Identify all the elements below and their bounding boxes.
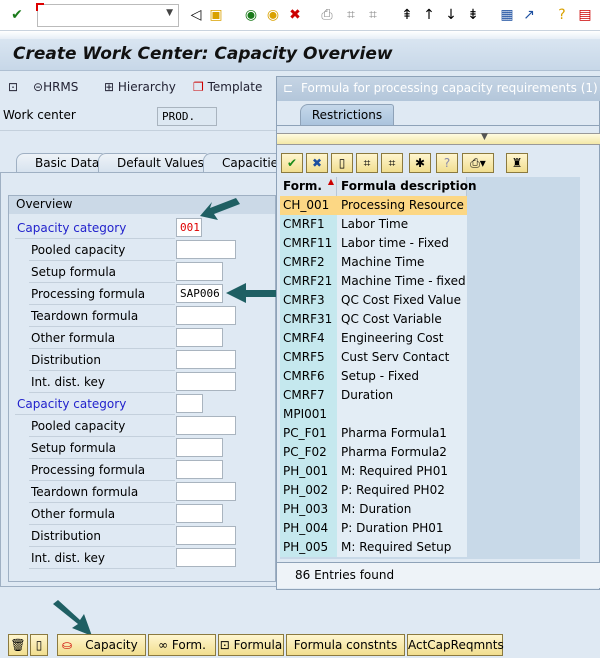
formula-button[interactable]: ⊡ Formula	[218, 634, 284, 656]
list-item[interactable]: CMRF3 QC Cost Fixed Value	[280, 291, 580, 310]
confirm-button[interactable]: ✔	[281, 153, 303, 173]
formula-description: Duration	[337, 386, 467, 405]
act-cap-reqmnts-button[interactable]: ActCapReqmnts	[407, 634, 504, 656]
column-header-form[interactable]: Form. ▲	[280, 177, 337, 196]
list-item[interactable]: PC_F02 Pharma Formula2	[280, 443, 580, 462]
formula-key: CMRF21	[280, 272, 337, 291]
formula-key: MPI001	[280, 405, 337, 424]
formula-key: CMRF11	[280, 234, 337, 253]
formula-key: CMRF6	[280, 367, 337, 386]
formula-key: CMRF1	[280, 215, 337, 234]
formula-description: QC Cost Variable	[337, 310, 467, 329]
glasses-icon: ∞	[158, 638, 172, 652]
new-entries-icon[interactable]: ✱	[409, 153, 431, 173]
list-item[interactable]: PH_002 P: Required PH02	[280, 481, 580, 500]
column-header-description[interactable]: Formula description	[337, 177, 477, 196]
formula-key: CMRF2	[280, 253, 337, 272]
formula-description: Machine Time - fixed	[337, 272, 467, 291]
arrow-to-category	[200, 198, 240, 220]
formula-key: PC_F02	[280, 443, 337, 462]
list-item[interactable]: PH_005 M: Required Setup	[280, 538, 580, 557]
new-button[interactable]: ▯	[30, 634, 48, 656]
list-item[interactable]: CH_001 Processing Resource	[280, 196, 580, 215]
help-icon[interactable]: ?	[436, 153, 458, 173]
formula-key: CMRF7	[280, 386, 337, 405]
formula-description: Machine Time	[337, 253, 467, 272]
list-item[interactable]: CMRF11 Labor time - Fixed	[280, 234, 580, 253]
list-item[interactable]: CMRF7 Duration	[280, 386, 580, 405]
cancel-button[interactable]: ✖	[306, 153, 328, 173]
popup-icon: ⊏	[283, 81, 294, 95]
list-item[interactable]: CMRF4 Engineering Cost	[280, 329, 580, 348]
new-icon[interactable]: ▯	[331, 153, 353, 173]
form-button[interactable]: ∞ Form.	[148, 634, 216, 656]
formula-description: P: Required PH02	[337, 481, 467, 500]
formula-list: Form. ▲ Formula description CH_001 Process…	[280, 177, 580, 559]
personalize-icon[interactable]: ♜	[506, 153, 528, 173]
formula-key: PH_005	[280, 538, 337, 557]
find-icon[interactable]: ⌗	[356, 153, 378, 173]
formula-description: Labor time - Fixed	[337, 234, 467, 253]
formula-key: PH_003	[280, 500, 337, 519]
divider	[277, 125, 600, 126]
list-item[interactable]: PH_003 M: Duration	[280, 500, 580, 519]
list-header: Form. ▲ Formula description	[280, 177, 580, 196]
find-next-icon[interactable]: ⌗	[381, 153, 403, 173]
tab-restrictions[interactable]: Restrictions	[300, 104, 394, 126]
formula-description: Pharma Formula1	[337, 424, 467, 443]
formula-description: Processing Resource	[337, 196, 467, 215]
formula-key: PH_001	[280, 462, 337, 481]
formula-description: P: Duration PH01	[337, 519, 467, 538]
capacity-icon: ⛀	[62, 638, 73, 652]
formula-icon: ⊡	[219, 638, 234, 652]
formula-description: M: Required Setup	[337, 538, 467, 557]
delete-button[interactable]: 🗑	[8, 634, 28, 656]
list-item[interactable]: PH_001 M: Required PH01	[280, 462, 580, 481]
formula-key: PH_004	[280, 519, 337, 538]
formula-key: CMRF31	[280, 310, 337, 329]
formula-key: CMRF5	[280, 348, 337, 367]
expand-icon: ▼	[481, 132, 488, 142]
capacity-button[interactable]: ⛀ Capacity	[57, 634, 146, 656]
formula-key: CMRF4	[280, 329, 337, 348]
list-item[interactable]: MPI001	[280, 405, 580, 424]
formula-key: CMRF3	[280, 291, 337, 310]
formula-description: Labor Time	[337, 215, 467, 234]
print-button[interactable]: ⎙▾	[462, 153, 494, 173]
formula-description: Setup - Fixed	[337, 367, 467, 386]
list-item[interactable]: PC_F01 Pharma Formula1	[280, 424, 580, 443]
list-item[interactable]: CMRF5 Cust Serv Contact	[280, 348, 580, 367]
list-item[interactable]: CMRF6 Setup - Fixed	[280, 367, 580, 386]
list-item[interactable]: CMRF1 Labor Time	[280, 215, 580, 234]
formula-key: PH_002	[280, 481, 337, 500]
formula-description	[337, 405, 467, 424]
formula-description: QC Cost Fixed Value	[337, 291, 467, 310]
popup-title: ⊏ Formula for processing capacity require…	[277, 77, 600, 101]
formula-description: Cust Serv Contact	[337, 348, 467, 367]
list-item[interactable]: PH_004 P: Duration PH01	[280, 519, 580, 538]
formula-key: PC_F01	[280, 424, 337, 443]
sort-icon: ▲	[327, 177, 334, 186]
list-item[interactable]: CMRF31 QC Cost Variable	[280, 310, 580, 329]
formula-description: M: Duration	[337, 500, 467, 519]
restrictions-toggle[interactable]: ▼	[277, 132, 600, 145]
entries-count: 86 Entries found	[277, 562, 600, 588]
formula-description: Engineering Cost	[337, 329, 467, 348]
arrow-to-processing-formula	[226, 283, 276, 303]
formula-description: M: Required PH01	[337, 462, 467, 481]
arrow-to-capacity-button	[53, 600, 92, 636]
formula-constants-button[interactable]: Formula constnts	[286, 634, 405, 656]
list-item[interactable]: CMRF2 Machine Time	[280, 253, 580, 272]
formula-key: CH_001	[280, 196, 337, 215]
formula-description: Pharma Formula2	[337, 443, 467, 462]
list-item[interactable]: CMRF21 Machine Time - fixed	[280, 272, 580, 291]
